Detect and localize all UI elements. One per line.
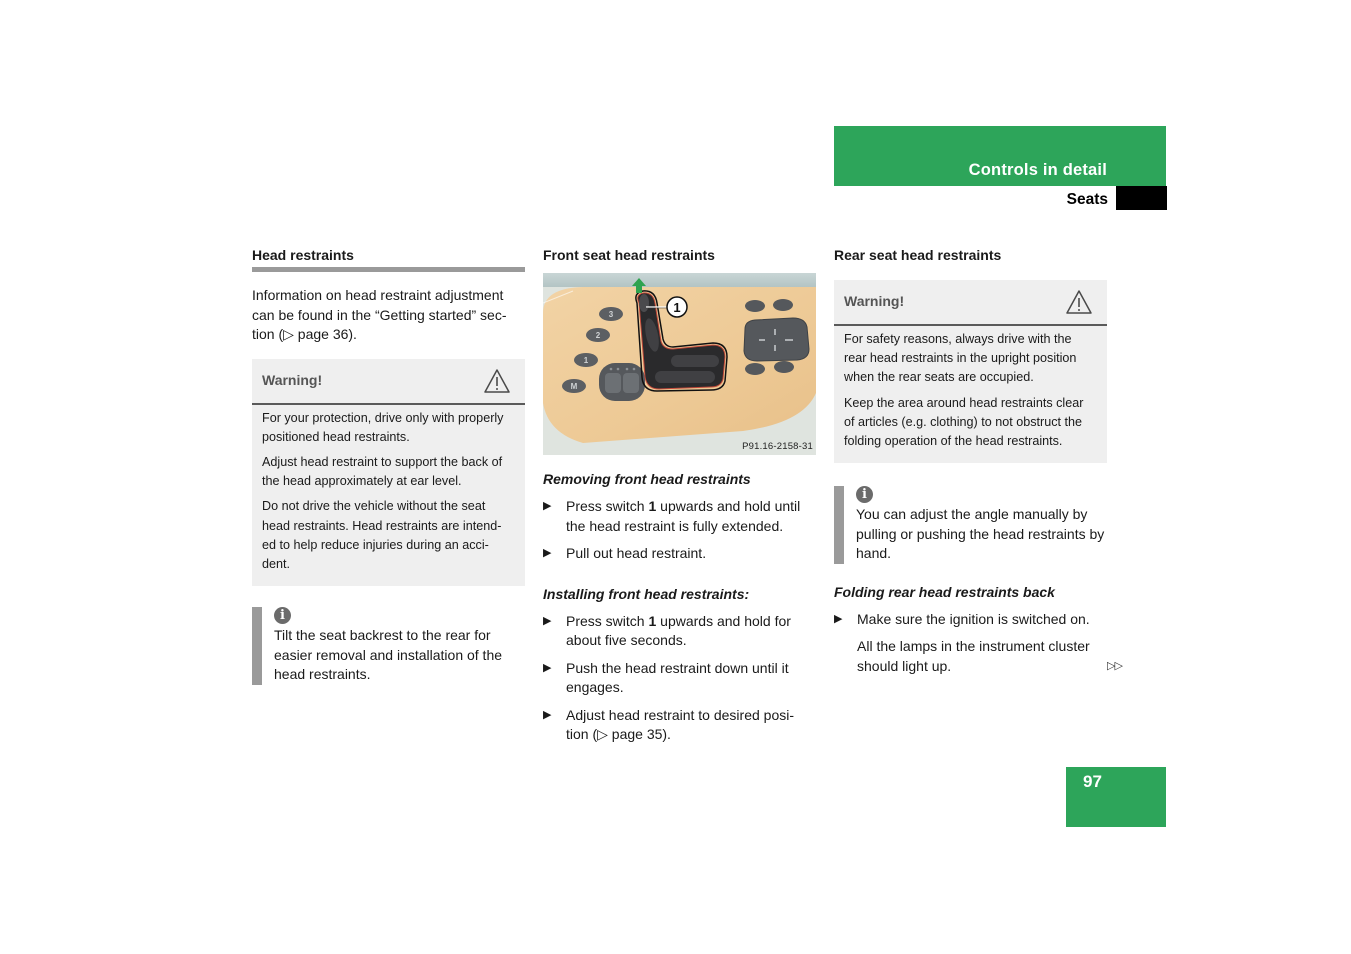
door-top-trim xyxy=(543,273,816,287)
warning-body: For safety reasons, always drive with th… xyxy=(834,326,1107,463)
info-icon: i xyxy=(856,486,873,504)
warning-paragraph: Do not drive the vehicle without the sea… xyxy=(262,499,502,571)
warning-triangle-icon xyxy=(1066,290,1092,314)
column-rear-seat-head-restraints: Rear seat head restraints Warning! For s… xyxy=(834,246,1107,676)
note-bar xyxy=(252,607,262,685)
column-head-restraints: Head restraints Information on head rest… xyxy=(252,246,525,685)
bullet-arrow-icon: ▶ xyxy=(543,547,552,559)
step-text: Push the head restraint down until it en… xyxy=(566,659,789,696)
svg-text:3: 3 xyxy=(609,310,614,319)
figure-code: P91.16-2158-31 xyxy=(742,441,813,452)
memory-button-3: 3 xyxy=(599,307,623,321)
subsection-header: Seats xyxy=(834,186,1167,210)
step-item: ▶ Adjust head restraint to desired posi-… xyxy=(543,706,816,745)
section-title: Controls in detail xyxy=(968,161,1107,179)
page-number: 97 xyxy=(1083,772,1102,791)
warning-header: Warning! xyxy=(252,359,525,405)
step-text: Pull out head restraint. xyxy=(566,545,707,561)
memory-button-2: 2 xyxy=(586,328,610,342)
installing-steps: ▶ Press switch 1 upwards and hold for ab… xyxy=(543,612,816,745)
note-text: Tilt the seat backrest to the rear for e… xyxy=(274,627,503,683)
step-item: ▶ Pull out head restraint. xyxy=(543,544,816,564)
heading-rear-seat-head-restraints: Rear seat head restraints xyxy=(834,247,1002,263)
warning-body: For your protection, drive only with pro… xyxy=(252,405,525,587)
bullet-arrow-icon: ▶ xyxy=(834,612,843,625)
seat-control-illustration: 3 2 1 M 1 P91.16-2158-31 xyxy=(543,273,816,455)
column-front-seat-head-restraints: Front seat head restraints 3 2 1 M 1 P91… xyxy=(543,246,816,753)
warning-triangle-icon xyxy=(484,368,510,393)
subheading-removing: Removing front head restraints xyxy=(543,471,751,487)
warning-header: Warning! xyxy=(834,280,1107,326)
note-text: You can adjust the angle manually by pul… xyxy=(856,506,1105,562)
info-note: i Tilt the seat backrest to the rear for… xyxy=(252,607,525,685)
warning-box: Warning! For your protection, drive only… xyxy=(252,358,525,587)
intro-paragraph: Information on head restraint adjustment… xyxy=(252,287,507,342)
subheading-installing: Installing front head restraints: xyxy=(543,585,750,602)
step-item: ▶ Push the head restraint down until it … xyxy=(543,659,816,698)
heading-rule xyxy=(252,267,525,272)
folding-steps: ▶ Make sure the ignition is switched on. xyxy=(834,610,1107,630)
subsection-title: Seats xyxy=(1066,191,1108,208)
svg-text:M: M xyxy=(571,382,578,391)
step-text: Adjust head restraint to desired posi-ti… xyxy=(566,706,795,743)
bullet-arrow-icon: ▶ xyxy=(543,614,552,627)
memory-button-m: M xyxy=(562,379,586,393)
note-bar xyxy=(834,486,844,564)
step-text: Press switch xyxy=(566,498,649,514)
step-item: ▶ Press switch 1 upwards and hold for ab… xyxy=(543,612,816,651)
svg-text:1: 1 xyxy=(584,356,589,365)
warning-paragraph: For your protection, drive only with pro… xyxy=(262,410,504,444)
svg-text:2: 2 xyxy=(596,331,601,340)
warning-label: Warning! xyxy=(844,293,905,309)
svg-text:1: 1 xyxy=(673,300,680,315)
warning-paragraph: For safety reasons, always drive with th… xyxy=(844,332,1077,385)
subheading-folding: Folding rear head restraints back xyxy=(834,583,1055,600)
bullet-arrow-icon: ▶ xyxy=(543,500,552,512)
heading-front-seat-head-restraints: Front seat head restraints xyxy=(543,247,715,263)
info-note: i You can adjust the angle manually by p… xyxy=(834,486,1107,564)
warning-label: Warning! xyxy=(262,371,323,388)
warning-paragraph: Adjust head restraint to support the bac… xyxy=(262,454,503,489)
bullet-arrow-icon: ▶ xyxy=(543,708,552,721)
continued-next-page-icon: ▷▷ xyxy=(1107,660,1123,672)
removing-steps: ▶ Press switch 1 upwards and hold until … xyxy=(543,497,816,564)
page-number-tab: 97 xyxy=(1066,767,1166,827)
step-result: All the lamps in the instrument cluster … xyxy=(857,638,1090,674)
memory-button-1: 1 xyxy=(574,353,598,367)
step-item: ▶ Press switch 1 upwards and hold until … xyxy=(543,497,816,536)
subsection-marker-block xyxy=(1116,186,1167,210)
info-icon: i xyxy=(274,607,291,625)
heading-head-restraints: Head restraints xyxy=(252,247,354,263)
seat-heater-switch xyxy=(599,363,645,401)
seat-control-panel-graphic: 3 2 1 M 1 xyxy=(543,273,816,455)
section-header-bar: Controls in detail xyxy=(834,126,1166,186)
bullet-arrow-icon: ▶ xyxy=(543,661,552,674)
step-text: Make sure the ignition is switched on. xyxy=(857,610,1090,627)
warning-box: Warning! For safety reasons, always driv… xyxy=(834,280,1107,464)
warning-paragraph: Keep the area around head restraints cle… xyxy=(844,395,1084,449)
step-text: Press switch xyxy=(566,612,649,629)
step-item: ▶ Make sure the ignition is switched on. xyxy=(834,610,1107,630)
